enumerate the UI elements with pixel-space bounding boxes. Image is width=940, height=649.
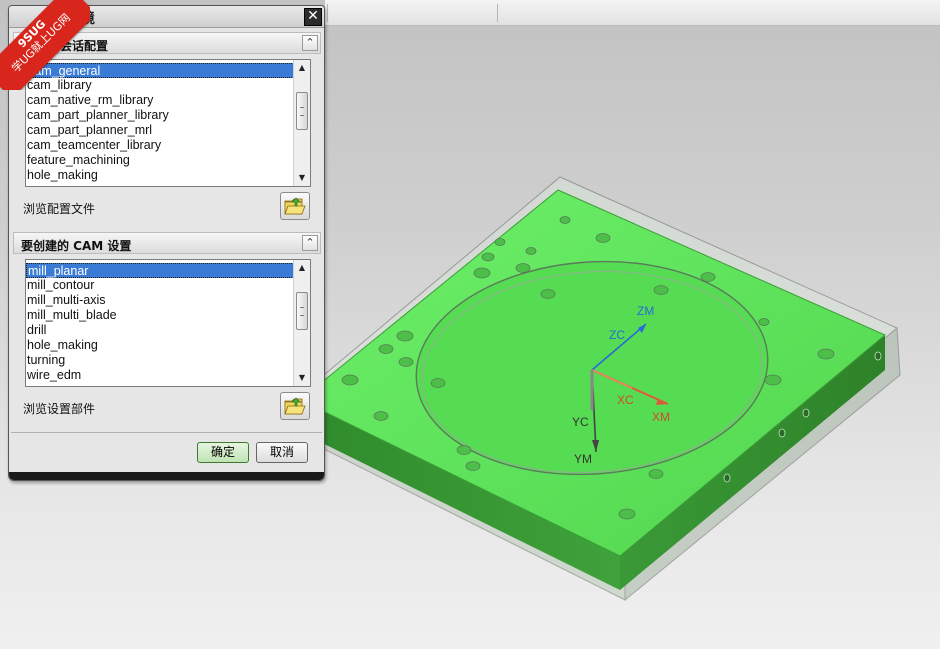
- scroll-up-arrow-icon[interactable]: ▲: [295, 61, 309, 75]
- axis-label-xm: XM: [652, 410, 670, 424]
- cam-setup-section-header[interactable]: 要创建的 CAM 设置 ⌃: [13, 232, 321, 254]
- browse-config-button[interactable]: [280, 192, 310, 220]
- cam-setup-item[interactable]: hole_making: [26, 338, 294, 353]
- axis-label-zc: ZC: [609, 328, 625, 342]
- collapse-chevron-up-icon[interactable]: ⌃: [302, 35, 318, 51]
- open-folder-icon: [284, 397, 306, 415]
- cam-setup-item[interactable]: drill: [26, 323, 294, 338]
- axis-label-xc: XC: [617, 393, 634, 407]
- scroll-down-arrow-icon[interactable]: ▼: [295, 171, 309, 185]
- watermark-corner: 9SUG 学UG就上UG网: [0, 0, 90, 90]
- browse-config-label: 浏览配置文件: [23, 202, 96, 216]
- cam-setup-item[interactable]: turning: [26, 353, 294, 368]
- ok-button[interactable]: 确定: [197, 442, 249, 463]
- session-config-item[interactable]: hole_making: [26, 168, 294, 183]
- browse-setup-label: 浏览设置部件: [23, 402, 96, 416]
- session-config-item[interactable]: cam_part_planner_library: [26, 108, 294, 123]
- session-config-item[interactable]: cam_part_planner_mrl: [26, 123, 294, 138]
- scroll-up-arrow-icon[interactable]: ▲: [295, 261, 309, 275]
- cam-setup-list[interactable]: mill_planar mill_contour mill_multi-axis mi…: [25, 259, 311, 387]
- cam-setup-item[interactable]: mill_multi-axis: [26, 293, 294, 308]
- axis-label-ym: YM: [574, 452, 592, 466]
- axis-label-zm: ZM: [637, 304, 654, 318]
- cam-setup-item[interactable]: mill_contour: [26, 278, 294, 293]
- session-config-item[interactable]: cam_teamcenter_library: [26, 138, 294, 153]
- session-config-item[interactable]: cam_native_rm_library: [26, 93, 294, 108]
- browse-setup-button[interactable]: [280, 392, 310, 420]
- watermark-ribbon: 9SUG 学UG就上UG网: [0, 0, 90, 90]
- open-folder-icon: [284, 197, 306, 215]
- cam-setup-section-label: 要创建的 CAM 设置: [21, 239, 132, 253]
- cam-setup-item[interactable]: mill_multi_blade: [26, 308, 294, 323]
- dialog-bottom-bar: [9, 472, 324, 480]
- scroll-thumb[interactable]: [296, 92, 308, 130]
- axis-label-yc: YC: [572, 415, 589, 429]
- scroll-down-arrow-icon[interactable]: ▼: [295, 371, 309, 385]
- cam-setup-item[interactable]: wire_edm: [26, 368, 294, 383]
- collapse-chevron-up-icon[interactable]: ⌃: [302, 235, 318, 251]
- cam-setup-item[interactable]: mill_planar: [26, 263, 294, 278]
- cam-setup-scrollbar[interactable]: ▲ ▼: [293, 260, 310, 386]
- close-button[interactable]: ✕: [304, 8, 322, 26]
- session-config-scrollbar[interactable]: ▲ ▼: [293, 60, 310, 186]
- footer-divider: [11, 432, 322, 433]
- session-config-item[interactable]: feature_machining: [26, 153, 294, 168]
- scroll-thumb[interactable]: [296, 292, 308, 330]
- cancel-button[interactable]: 取消: [256, 442, 308, 463]
